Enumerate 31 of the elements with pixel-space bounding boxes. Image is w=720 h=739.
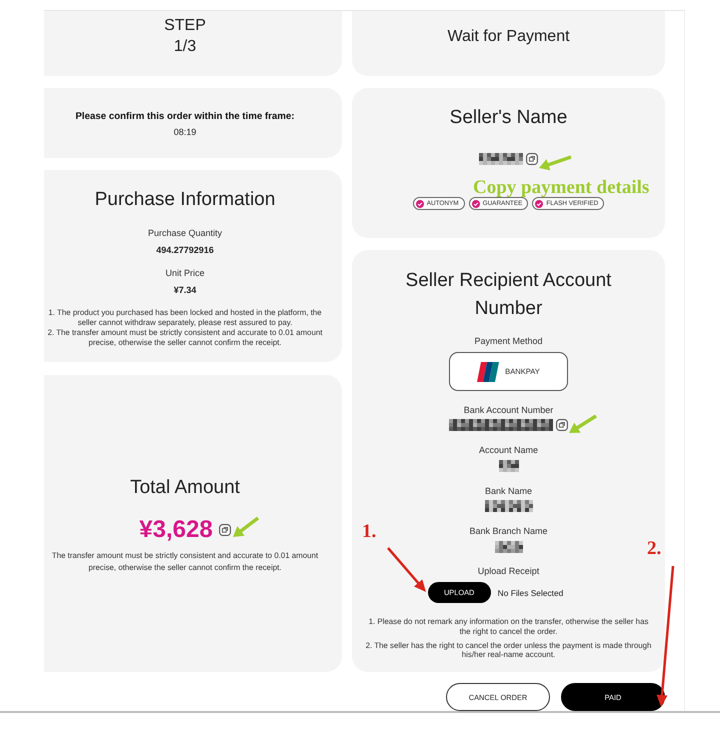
field-label: Unit Price xyxy=(165,267,204,279)
field-label: Bank Account Number xyxy=(464,404,554,416)
copy-icon[interactable] xyxy=(556,419,568,431)
card-title: Seller Recipient Account Number xyxy=(404,269,612,321)
copy-icon[interactable] xyxy=(218,524,231,536)
field-value: ¥7.34 xyxy=(174,284,196,296)
field-label: Bank Name xyxy=(484,484,532,496)
timer-message: Please confirm this order within the time frame: xyxy=(75,110,295,122)
copy-icon[interactable] xyxy=(526,152,538,164)
check-circle-icon xyxy=(535,200,544,208)
field-label: Account Name xyxy=(478,444,538,456)
field-label: Purchase Quantity xyxy=(148,227,222,239)
annotation-text: 1. xyxy=(362,522,376,542)
countdown-timer: 08:19 xyxy=(174,126,196,138)
field-label: Upload Receipt xyxy=(478,565,540,577)
payment-logo-icon xyxy=(477,362,500,382)
annotation-text: 2. xyxy=(647,539,662,559)
card-title: Purchase Information xyxy=(94,189,276,211)
total-amount: ¥3,628 xyxy=(139,516,213,544)
check-circle-icon xyxy=(472,200,480,208)
field-value: 494.27792916 xyxy=(156,244,214,256)
step-count: 1/3 xyxy=(174,37,196,57)
field-label: Payment Method xyxy=(474,335,543,347)
annotation-text: Copy payment details xyxy=(473,178,650,198)
card-title: Total Amount xyxy=(130,477,240,499)
step-label: STEP xyxy=(164,16,206,36)
file-status: No Files Selected xyxy=(498,588,564,598)
field-label: Bank Branch Name xyxy=(469,525,548,537)
check-circle-icon xyxy=(416,200,424,208)
card-title: Seller's Name xyxy=(450,107,568,129)
status-title: Wait for Payment xyxy=(447,27,570,47)
